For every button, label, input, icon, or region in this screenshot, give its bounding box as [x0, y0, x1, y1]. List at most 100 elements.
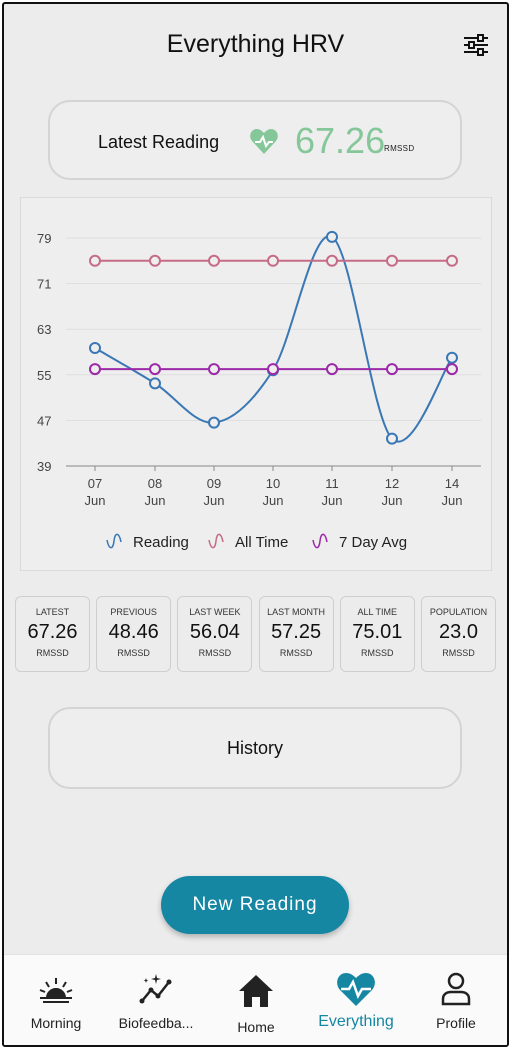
tab-home[interactable]: Home [206, 955, 306, 1045]
y-tick-label: 71 [37, 277, 51, 292]
stat-unit: RMSSD [198, 648, 232, 658]
sparkle-graph-icon [139, 974, 172, 1004]
data-point [267, 254, 279, 267]
tab-label-biofeedback: Biofeedba... [118, 1015, 194, 1031]
x-tick-label: Jun [382, 493, 403, 508]
y-tick-label: 63 [37, 322, 51, 337]
stat-card-previous: PREVIOUS 48.46 RMSSD [96, 596, 172, 672]
data-point [149, 363, 161, 376]
stat-label: LAST MONTH [267, 607, 326, 617]
new-reading-button[interactable]: New Reading [161, 876, 349, 934]
latest-reading-unit: RMSSD [384, 144, 415, 153]
x-tick-label: 14 [445, 476, 459, 491]
x-tick-label: Jun [322, 493, 343, 508]
stat-unit: RMSSD [117, 648, 150, 658]
tab-label-morning: Morning [30, 1015, 82, 1031]
data-point [89, 342, 101, 355]
legend-swatch [312, 533, 328, 549]
stat-card-population: POPULATION 23.0 RMSSD [421, 596, 496, 672]
stat-card-last-month: LAST MONTH 57.25 RMSSD [258, 596, 334, 672]
person-icon [441, 972, 471, 1006]
y-tick-label: 55 [37, 368, 51, 383]
data-point [326, 363, 338, 376]
x-tick-label: 11 [325, 476, 339, 491]
x-tick-label: Jun [263, 493, 284, 508]
legend-label: All Time [235, 534, 288, 551]
bottom-tab-bar: Morning Biofeedba... Home Everything Pro… [4, 954, 507, 1045]
latest-reading-value: 67.26 [295, 120, 386, 161]
hrv-chart: 79 71 63 55 47 39 07 Jun 08 Jun 09 Jun 10 Jun 11 Jun 12 J… [20, 197, 492, 571]
app-screen: Everything HRV Latest Reading 67.26 RMSS… [2, 2, 509, 1047]
y-tick-label: 47 [37, 413, 51, 428]
data-point [89, 254, 101, 267]
stat-card-latest: LATEST 67.26 RMSSD [15, 596, 90, 672]
heart-pulse-icon [250, 129, 278, 154]
stat-label: ALL TIME [357, 607, 398, 617]
latest-reading-label: Latest Reading [98, 132, 220, 152]
x-tick-label: 09 [207, 476, 221, 491]
data-point [446, 363, 458, 376]
x-tick-label: 08 [148, 476, 162, 491]
header: Everything HRV [4, 4, 507, 84]
data-point [386, 432, 398, 445]
heart-pulse-icon [337, 973, 375, 1006]
sliders-icon[interactable] [463, 34, 489, 56]
data-point [386, 363, 398, 376]
latest-reading-card: Latest Reading 67.26 RMSSD [48, 100, 462, 180]
history-button[interactable]: History [48, 707, 462, 789]
x-tick-label: Jun [204, 493, 225, 508]
stat-card-all-time: ALL TIME 75.01 RMSSD [339, 596, 415, 672]
data-point [208, 363, 220, 376]
data-point [446, 254, 458, 267]
data-point [326, 254, 338, 267]
stat-value: 23.0 [439, 621, 478, 643]
stat-value: 57.25 [271, 621, 322, 643]
x-tick-label: Jun [442, 493, 463, 508]
data-point [89, 363, 101, 376]
y-tick-label: 79 [37, 231, 51, 246]
x-tick-label: 10 [266, 476, 280, 491]
data-point [386, 254, 398, 267]
data-point [446, 351, 458, 364]
x-tick-label: 07 [88, 476, 102, 491]
stat-unit: RMSSD [361, 648, 394, 658]
legend-label: 7 Day Avg [339, 534, 407, 551]
x-tick-label: 12 [385, 476, 399, 491]
x-tick-label: Jun [145, 493, 166, 508]
data-point [149, 254, 161, 267]
series-line-0 [94, 235, 453, 443]
tab-label-home: Home [237, 1019, 275, 1035]
stat-value: 75.01 [352, 621, 403, 643]
sunrise-icon [39, 978, 73, 1003]
page-title: Everything HRV [166, 30, 345, 58]
stat-unit: RMSSD [442, 648, 475, 658]
stats-row: LATEST 67.26 RMSSD PREVIOUS 48.46 RMSSD LAST W… [15, 596, 499, 672]
tab-label-everything: Everything [318, 1013, 394, 1030]
data-point [208, 254, 220, 267]
tab-everything[interactable]: Everything [306, 955, 406, 1045]
data-point [326, 230, 338, 243]
tab-profile[interactable]: Profile [406, 955, 506, 1045]
data-point [208, 416, 220, 429]
stat-label: LAST WEEK [189, 607, 241, 617]
stat-value: 48.46 [108, 621, 159, 643]
legend-label: Reading [133, 534, 189, 551]
stat-card-last-week: LAST WEEK 56.04 RMSSD [177, 596, 253, 672]
data-point [267, 363, 279, 376]
stat-label: PREVIOUS [110, 607, 157, 617]
tab-biofeedback[interactable]: Biofeedba... [106, 955, 206, 1045]
stat-label: LATEST [35, 607, 70, 617]
x-tick-label: Jun [85, 493, 106, 508]
legend-swatch [208, 533, 224, 549]
tab-label-profile: Profile [436, 1015, 476, 1031]
data-point [149, 377, 161, 390]
stat-value: 67.26 [27, 621, 78, 643]
tab-morning[interactable]: Morning [6, 955, 106, 1045]
stat-unit: RMSSD [36, 648, 69, 658]
y-tick-label: 39 [37, 459, 51, 474]
stat-label: POPULATION [429, 607, 488, 617]
legend-swatch [106, 533, 122, 549]
home-icon [239, 975, 273, 1007]
stat-unit: RMSSD [279, 648, 313, 658]
stat-value: 56.04 [189, 621, 240, 643]
